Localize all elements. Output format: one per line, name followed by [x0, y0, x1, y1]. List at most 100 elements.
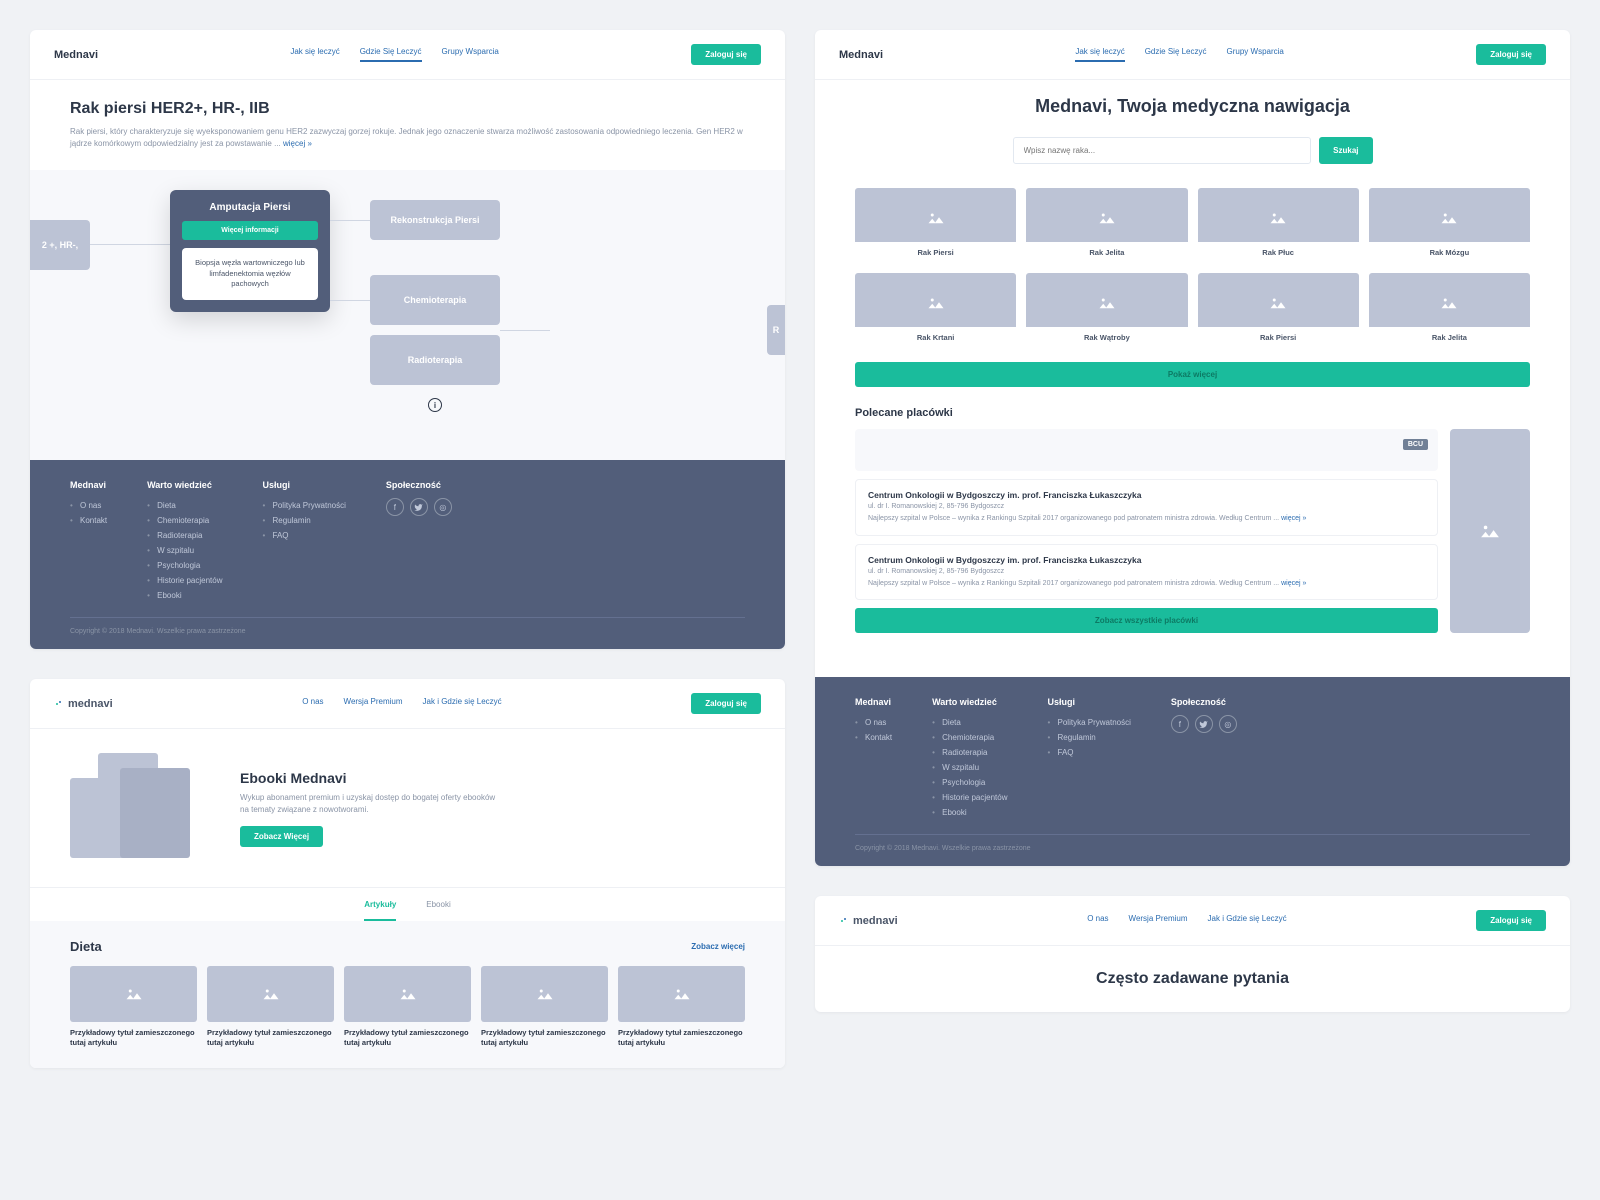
image-icon: [1026, 202, 1187, 234]
flow-main-card[interactable]: Amputacja Piersi Więcej informacji Biops…: [170, 190, 330, 312]
nav-where[interactable]: Gdzie Się Leczyć: [1145, 47, 1207, 62]
footer-link[interactable]: FAQ: [1048, 745, 1131, 760]
flow-root[interactable]: 2 +, HR-,: [30, 220, 90, 270]
article-row: Przykładowy tytuł zamieszczonego tutaj a…: [70, 966, 745, 1048]
nav-groups[interactable]: Grupy Wsparcia: [442, 47, 499, 62]
more-link[interactable]: więcej »: [1281, 580, 1306, 587]
footer-link[interactable]: Dieta: [147, 498, 222, 513]
ebook-thumbs: [70, 753, 210, 863]
image-icon: [344, 966, 471, 1022]
cancer-card[interactable]: Rak Jelita: [1369, 273, 1530, 348]
brand: Mednavi: [839, 49, 883, 61]
article-card[interactable]: Przykładowy tytuł zamieszczonego tutaj a…: [207, 966, 334, 1048]
all-facilities-button[interactable]: Zobacz wszystkie placówki: [855, 608, 1438, 633]
image-icon: [207, 966, 334, 1022]
nav-premium[interactable]: Wersja Premium: [344, 697, 403, 710]
facilities-heading: Polecane placówki: [815, 407, 1570, 419]
nav-how[interactable]: Jak się leczyć: [290, 47, 339, 62]
twitter-icon[interactable]: [1195, 715, 1213, 733]
footer-link[interactable]: Chemioterapia: [147, 513, 222, 528]
article-card[interactable]: Przykładowy tytuł zamieszczonego tutaj a…: [618, 966, 745, 1048]
cancer-card[interactable]: Rak Piersi: [1198, 273, 1359, 348]
brand-logo: mednavi: [839, 915, 898, 927]
facility-card[interactable]: BCU: [855, 429, 1438, 471]
footer-link[interactable]: O nas: [855, 715, 892, 730]
page-desc: Rak piersi, który charakteryzuje się wye…: [70, 126, 745, 150]
topbar: mednavi O nas Wersja Premium Jak i Gdzie…: [30, 679, 785, 729]
footer-link[interactable]: Radioterapia: [147, 528, 222, 543]
facility-image: [1450, 429, 1530, 633]
search-input[interactable]: [1013, 137, 1312, 164]
footer-link[interactable]: Historie pacjentów: [147, 573, 222, 588]
article-card[interactable]: Przykładowy tytuł zamieszczonego tutaj a…: [344, 966, 471, 1048]
article-card[interactable]: Przykładowy tytuł zamieszczonego tutaj a…: [70, 966, 197, 1048]
nav-where[interactable]: Gdzie Się Leczyć: [360, 47, 422, 62]
show-more-button[interactable]: Pokaż więcej: [855, 362, 1530, 387]
faq-heading: Często zadawane pytania: [815, 946, 1570, 1012]
footer-link[interactable]: O nas: [70, 498, 107, 513]
cancer-card[interactable]: Rak Mózgu: [1369, 188, 1530, 263]
footer-link[interactable]: Kontakt: [70, 513, 107, 528]
article-card[interactable]: Przykładowy tytuł zamieszczonego tutaj a…: [481, 966, 608, 1048]
nav-about[interactable]: O nas: [1087, 914, 1108, 927]
facility-card[interactable]: Centrum Onkologii w Bydgoszczy im. prof.…: [855, 479, 1438, 536]
footer-link[interactable]: Radioterapia: [932, 745, 1007, 760]
see-more-button[interactable]: Zobacz Więcej: [240, 826, 323, 847]
facebook-icon[interactable]: f: [1171, 715, 1189, 733]
image-icon: [1369, 202, 1530, 234]
flow-box-radio[interactable]: Radioterapia: [370, 335, 500, 385]
footer-link[interactable]: Ebooki: [147, 588, 222, 603]
more-link[interactable]: więcej »: [283, 139, 312, 148]
search-button[interactable]: Szukaj: [1319, 137, 1372, 164]
footer-link[interactable]: Dieta: [932, 715, 1007, 730]
cancer-card[interactable]: Rak Piersi: [855, 188, 1016, 263]
twitter-icon[interactable]: [410, 498, 428, 516]
instagram-icon[interactable]: ◎: [434, 498, 452, 516]
flow-more-button[interactable]: Więcej informacji: [182, 221, 318, 240]
tab-articles[interactable]: Artykuły: [364, 900, 396, 921]
footer-link[interactable]: Kontakt: [855, 730, 892, 745]
facebook-icon[interactable]: f: [386, 498, 404, 516]
cancer-card[interactable]: Rak Jelita: [1026, 188, 1187, 263]
footer-link[interactable]: FAQ: [263, 528, 346, 543]
cancer-card[interactable]: Rak Krtani: [855, 273, 1016, 348]
footer-link[interactable]: Polityka Prywatności: [1048, 715, 1131, 730]
flow-box-next[interactable]: R: [767, 305, 785, 355]
flow-box-chemo[interactable]: Chemioterapia: [370, 275, 500, 325]
login-button[interactable]: Zaloguj się: [691, 693, 761, 714]
footer-link[interactable]: Psychologia: [147, 558, 222, 573]
flow-box-reconstruction[interactable]: Rekonstrukcja Piersi: [370, 200, 500, 240]
footer-link[interactable]: Chemioterapia: [932, 730, 1007, 745]
info-icon[interactable]: i: [428, 398, 442, 412]
footer-link[interactable]: W szpitalu: [147, 543, 222, 558]
image-icon: [618, 966, 745, 1022]
footer-link[interactable]: Ebooki: [932, 805, 1007, 820]
nav-treat[interactable]: Jak i Gdzie się Leczyć: [1208, 914, 1287, 927]
login-button[interactable]: Zaloguj się: [691, 44, 761, 65]
nav-about[interactable]: O nas: [302, 697, 323, 710]
nav-how[interactable]: Jak się leczyć: [1075, 47, 1124, 62]
ebooks-desc: Wykup abonament premium i uzyskaj dostęp…: [240, 792, 500, 816]
panel-ebooks: mednavi O nas Wersja Premium Jak i Gdzie…: [30, 679, 785, 1068]
footer-link[interactable]: Polityka Prywatności: [263, 498, 346, 513]
footer-link[interactable]: W szpitalu: [932, 760, 1007, 775]
nav-groups[interactable]: Grupy Wsparcia: [1227, 47, 1284, 62]
more-link[interactable]: więcej »: [1281, 515, 1306, 522]
facility-card[interactable]: Centrum Onkologii w Bydgoszczy im. prof.…: [855, 544, 1438, 601]
see-more-link[interactable]: Zobacz więcej: [691, 942, 745, 951]
footer-link[interactable]: Historie pacjentów: [932, 790, 1007, 805]
footer-link[interactable]: Regulamin: [263, 513, 346, 528]
copyright: Copyright © 2018 Mednavi. Wszelkie prawa…: [70, 617, 745, 635]
login-button[interactable]: Zaloguj się: [1476, 910, 1546, 931]
articles-heading: Dieta: [70, 939, 102, 954]
tab-ebooks[interactable]: Ebooki: [426, 900, 450, 921]
login-button[interactable]: Zaloguj się: [1476, 44, 1546, 65]
instagram-icon[interactable]: ◎: [1219, 715, 1237, 733]
flow-main-title: Amputacja Piersi: [182, 202, 318, 213]
footer-link[interactable]: Psychologia: [932, 775, 1007, 790]
cancer-card[interactable]: Rak Wątroby: [1026, 273, 1187, 348]
cancer-card[interactable]: Rak Płuc: [1198, 188, 1359, 263]
footer-link[interactable]: Regulamin: [1048, 730, 1131, 745]
nav-premium[interactable]: Wersja Premium: [1129, 914, 1188, 927]
nav-treat[interactable]: Jak i Gdzie się Leczyć: [423, 697, 502, 710]
